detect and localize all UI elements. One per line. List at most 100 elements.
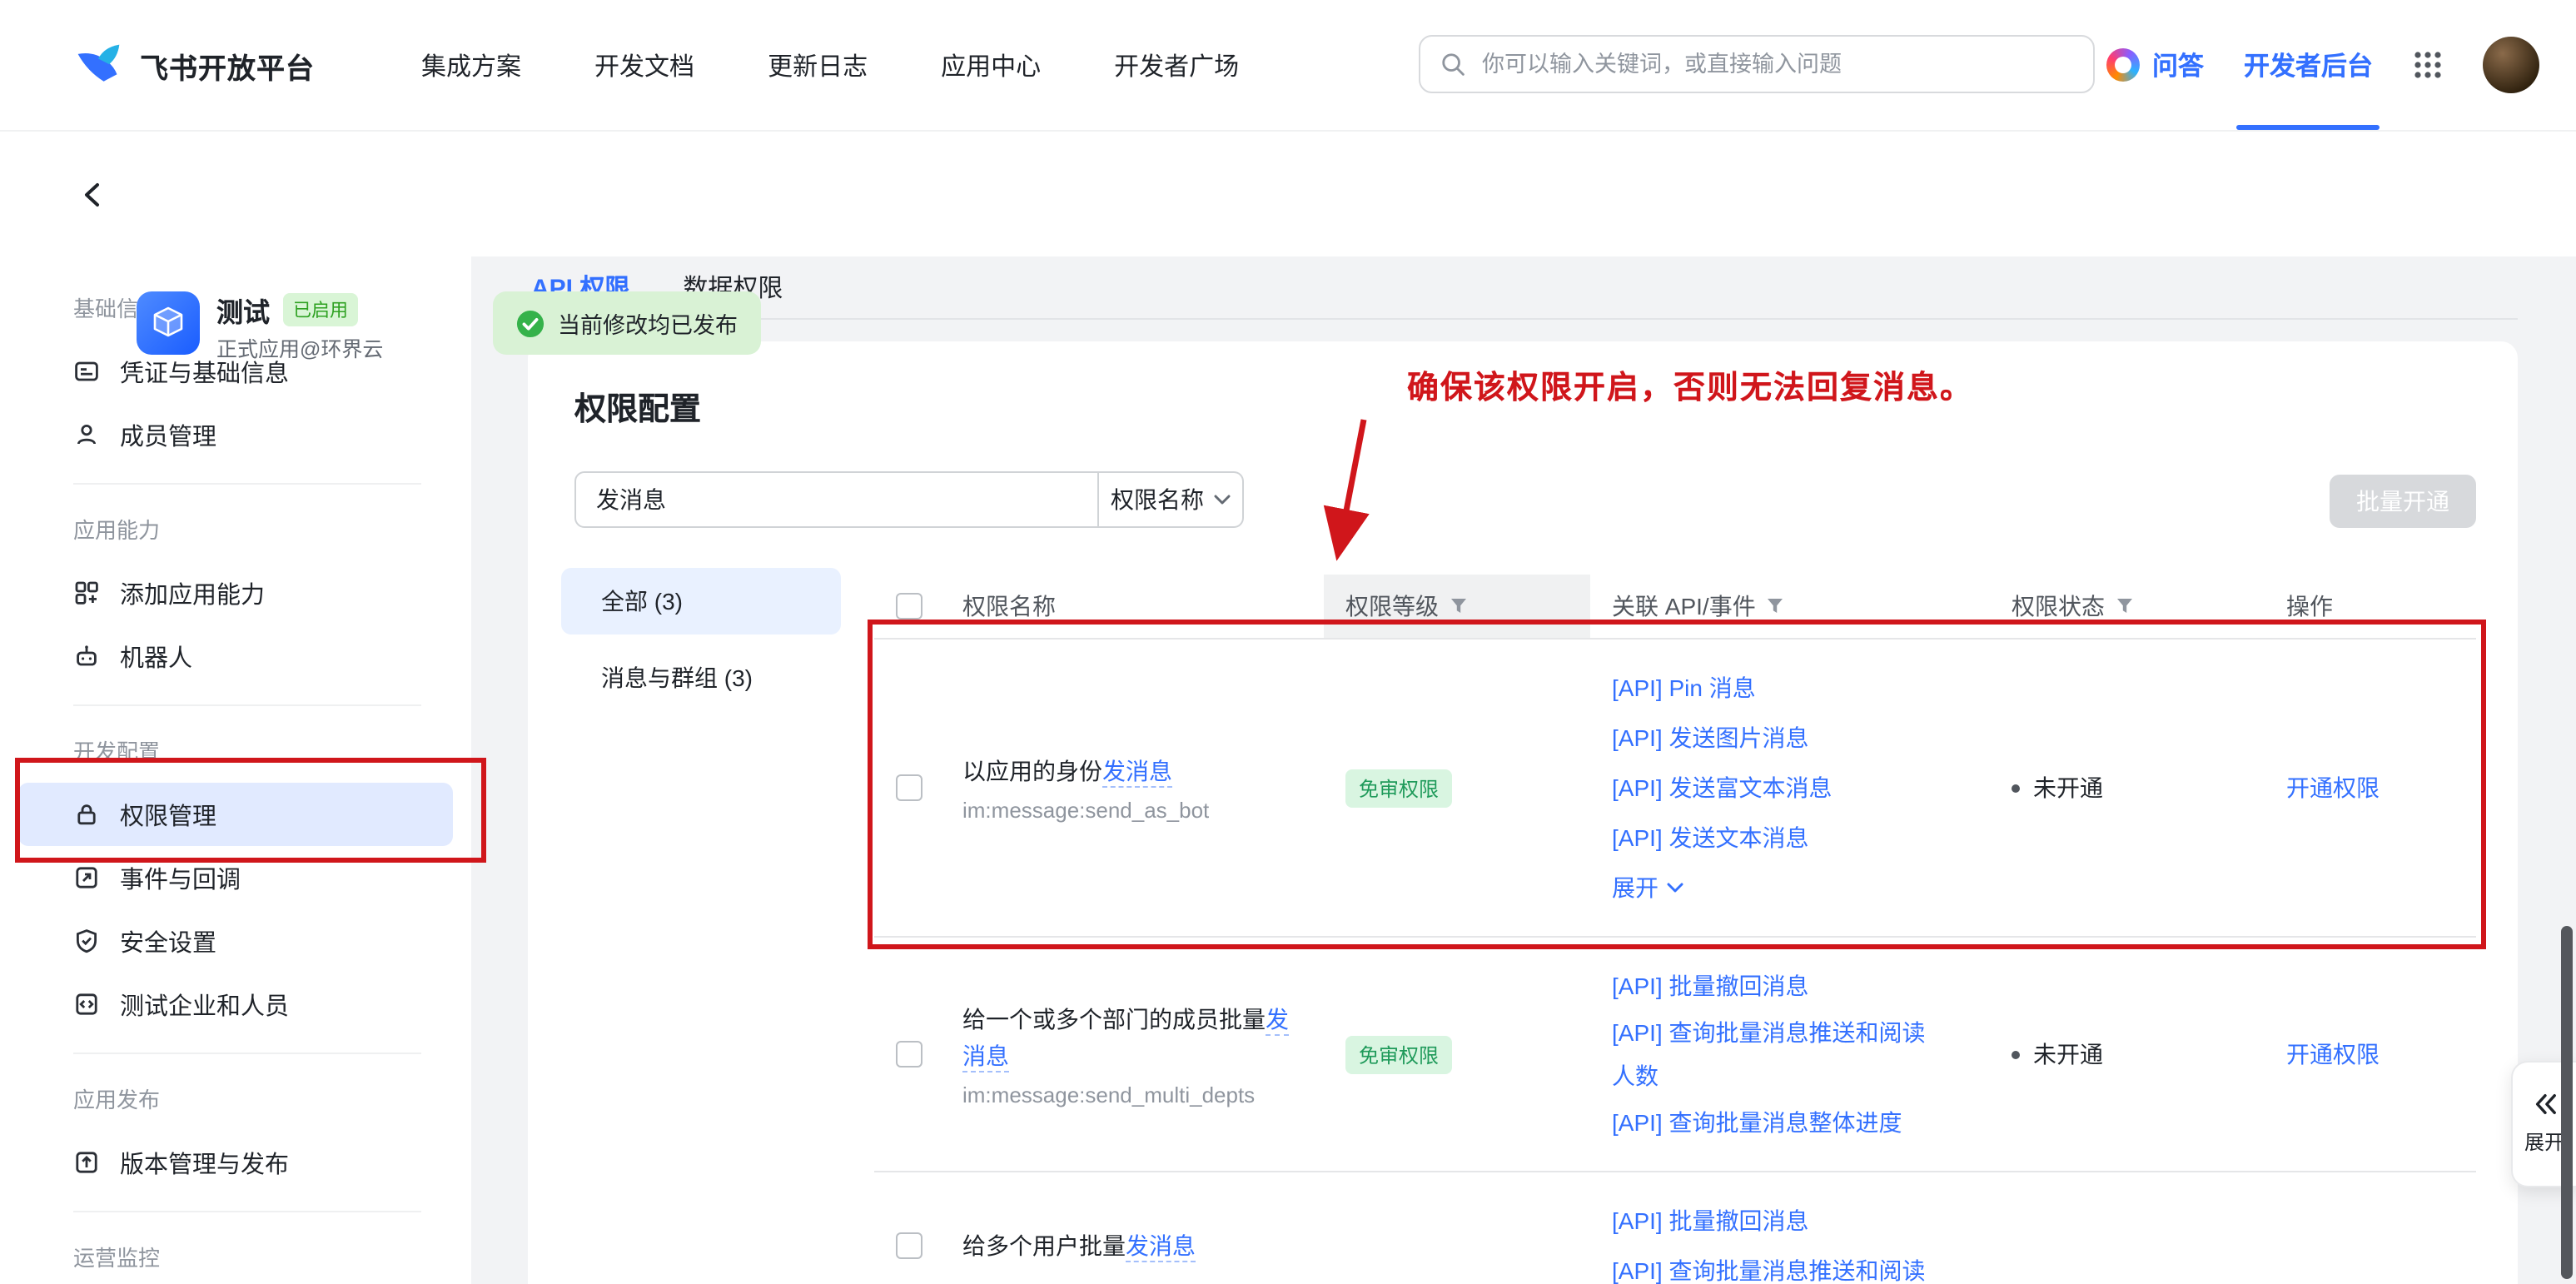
status-dot-icon bbox=[2012, 784, 2020, 792]
qa-link[interactable]: 问答 bbox=[2107, 47, 2204, 83]
expander-label: 展开 bbox=[2524, 1127, 2564, 1156]
filter-funnel-icon[interactable] bbox=[2115, 596, 2135, 616]
brand-text: 飞书开放平台 bbox=[140, 44, 315, 86]
app-header: 测试 已启用 正式应用@环界云 当前修改均已发布 bbox=[0, 130, 2576, 256]
filter-funnel-icon[interactable] bbox=[1449, 596, 1469, 616]
table-header: 权限名称 权限等级 关联 API/事件 权限状态 操作 bbox=[874, 575, 2476, 640]
vertical-scrollbar[interactable] bbox=[2561, 926, 2573, 1279]
app-subtitle: 正式应用@环界云 bbox=[216, 331, 383, 363]
api-link[interactable]: [API] 发送文本消息 bbox=[1612, 813, 1948, 863]
status-dot-icon bbox=[2012, 1050, 2020, 1058]
category-list: 全部 (3) 消息与群组 (3) bbox=[561, 568, 841, 721]
batch-enable-button[interactable]: 批量开通 bbox=[2330, 475, 2476, 528]
category-all[interactable]: 全部 (3) bbox=[561, 568, 841, 635]
app-name: 测试 bbox=[216, 290, 270, 330]
permission-name-link[interactable]: 发消息 bbox=[1126, 1232, 1196, 1262]
api-list: [API] 批量撤回消息 [API] 查询批量消息推送和阅读 bbox=[1590, 1196, 1990, 1284]
sidebar-item-permissions[interactable]: 权限管理 bbox=[18, 783, 453, 846]
permission-name: 以应用的身份发消息 bbox=[962, 753, 1324, 789]
sidebar-item-version[interactable]: 版本管理与发布 bbox=[0, 1131, 471, 1194]
nav-link-changelog[interactable]: 更新日志 bbox=[768, 47, 868, 82]
security-icon bbox=[73, 928, 100, 954]
row-checkbox[interactable] bbox=[896, 774, 922, 801]
user-avatar[interactable] bbox=[2483, 37, 2539, 93]
test-org-icon bbox=[73, 991, 100, 1018]
table-row: 以应用的身份发消息 im:message:send_as_bot 免审权限 [A… bbox=[874, 640, 2476, 938]
top-nav: 飞书开放平台 集成方案 开发文档 更新日志 应用中心 开发者广场 问答 开发者后… bbox=[0, 0, 2576, 132]
app-icon bbox=[137, 291, 200, 355]
global-search[interactable] bbox=[1419, 35, 2095, 93]
api-link[interactable]: [API] 发送图片消息 bbox=[1612, 713, 1948, 763]
sidebar-item-members[interactable]: 成员管理 bbox=[0, 403, 471, 466]
check-circle-icon bbox=[516, 309, 545, 337]
add-capability-icon bbox=[73, 580, 100, 606]
column-action: 操作 bbox=[2286, 590, 2333, 623]
nav-link-app-center[interactable]: 应用中心 bbox=[941, 47, 1041, 82]
row-checkbox[interactable] bbox=[896, 1232, 922, 1259]
permission-search-filter-select[interactable]: 权限名称 bbox=[1099, 471, 1244, 528]
permission-search-group: 权限名称 bbox=[574, 471, 1244, 528]
permission-card: 权限配置 权限名称 批量开通 全部 (3) 消息与群组 (3) 权限名称 权 bbox=[528, 341, 2518, 1284]
category-message-group[interactable]: 消息与群组 (3) bbox=[561, 644, 841, 711]
api-link[interactable]: [API] Pin 消息 bbox=[1612, 663, 1948, 713]
api-link[interactable]: [API] 查询批量消息整体进度 bbox=[1612, 1097, 1948, 1147]
sidebar-item-test-org[interactable]: 测试企业和人员 bbox=[0, 973, 471, 1036]
sidebar-section-monitor: 运营监控 bbox=[0, 1229, 471, 1284]
feishu-logo-icon bbox=[73, 40, 123, 90]
api-list: [API] Pin 消息 [API] 发送图片消息 [API] 发送富文本消息 … bbox=[1590, 663, 1990, 913]
api-link[interactable]: [API] 批量撤回消息 bbox=[1612, 961, 1948, 1011]
permission-code: im:message:send_as_bot bbox=[962, 798, 1324, 823]
chevron-down-icon bbox=[1667, 881, 1683, 894]
brand[interactable]: 飞书开放平台 bbox=[73, 40, 315, 90]
apps-grid-icon[interactable] bbox=[2413, 50, 2443, 80]
nav-link-docs[interactable]: 开发文档 bbox=[594, 47, 694, 82]
sidebar-divider bbox=[73, 1053, 421, 1054]
publish-status-text: 当前修改均已发布 bbox=[558, 306, 738, 340]
permission-name: 给多个用户批量发消息 bbox=[962, 1227, 1324, 1264]
filter-funnel-icon[interactable] bbox=[1766, 596, 1786, 616]
level-badge: 免审权限 bbox=[1345, 1035, 1452, 1073]
permission-table: 权限名称 权限等级 关联 API/事件 权限状态 操作 bbox=[874, 575, 2476, 1284]
nav-link-integration[interactable]: 集成方案 bbox=[421, 47, 521, 82]
page: 飞书开放平台 集成方案 开发文档 更新日志 应用中心 开发者广场 问答 开发者后… bbox=[0, 0, 2576, 1284]
permission-name: 给一个或多个部门的成员批量发消息 bbox=[962, 1001, 1324, 1074]
select-all-checkbox[interactable] bbox=[896, 593, 922, 620]
api-list: [API] 批量撤回消息 [API] 查询批量消息推送和阅读人数 [API] 查… bbox=[1590, 961, 1990, 1147]
credential-icon bbox=[73, 358, 100, 385]
column-status: 权限状态 bbox=[2012, 590, 2105, 623]
sidebar-item-events[interactable]: 事件与回调 bbox=[0, 846, 471, 909]
column-name: 权限名称 bbox=[962, 590, 1056, 623]
api-link[interactable]: [API] 查询批量消息推送和阅读人数 bbox=[1612, 1011, 1948, 1097]
filter-selected-value: 权限名称 bbox=[1111, 483, 1204, 516]
permission-search-input[interactable] bbox=[574, 471, 1099, 528]
sidebar-item-label: 测试企业和人员 bbox=[120, 987, 289, 1022]
expand-apis-link[interactable]: 展开 bbox=[1612, 863, 1948, 913]
back-button[interactable] bbox=[77, 178, 110, 212]
row-checkbox[interactable] bbox=[896, 1041, 922, 1068]
sidebar-item-add-capability[interactable]: 添加应用能力 bbox=[0, 561, 471, 625]
sidebar-item-bot[interactable]: 机器人 bbox=[0, 625, 471, 688]
column-level: 权限等级 bbox=[1345, 590, 1439, 623]
table-row: 给一个或多个部门的成员批量发消息 im:message:send_multi_d… bbox=[874, 938, 2476, 1172]
enable-permission-link[interactable]: 开通权限 bbox=[2286, 774, 2380, 801]
sidebar-item-security[interactable]: 安全设置 bbox=[0, 909, 471, 973]
permission-icon bbox=[73, 801, 100, 828]
sidebar-item-label: 权限管理 bbox=[120, 797, 216, 832]
sidebar-section-dev-config: 开发配置 bbox=[0, 723, 471, 783]
sidebar-section-release: 应用发布 bbox=[0, 1071, 471, 1131]
permission-name-link[interactable]: 发消息 bbox=[1102, 758, 1172, 788]
api-link[interactable]: [API] 批量撤回消息 bbox=[1612, 1196, 1948, 1246]
nav-link-dev-plaza[interactable]: 开发者广场 bbox=[1114, 47, 1239, 82]
nav-links: 集成方案 开发文档 更新日志 应用中心 开发者广场 bbox=[421, 47, 1239, 82]
status-badge: 未开通 bbox=[2012, 771, 2265, 804]
api-link[interactable]: [API] 查询批量消息推送和阅读 bbox=[1612, 1246, 1948, 1284]
double-chevron-left-icon bbox=[2532, 1092, 2557, 1116]
global-search-input[interactable] bbox=[1479, 50, 2073, 78]
tab-bar: API 权限 数据权限 bbox=[528, 256, 2518, 320]
table-row: 给多个用户批量发消息 [API] 批量撤回消息 [API] 查询批量消息推送和阅… bbox=[874, 1172, 2476, 1284]
console-link[interactable]: 开发者后台 bbox=[2244, 0, 2373, 130]
sidebar-item-label: 安全设置 bbox=[120, 923, 216, 958]
api-link[interactable]: [API] 发送富文本消息 bbox=[1612, 763, 1948, 813]
enable-permission-link[interactable]: 开通权限 bbox=[2286, 1041, 2380, 1068]
nav-right-cluster: 问答 开发者后台 bbox=[2107, 0, 2576, 130]
